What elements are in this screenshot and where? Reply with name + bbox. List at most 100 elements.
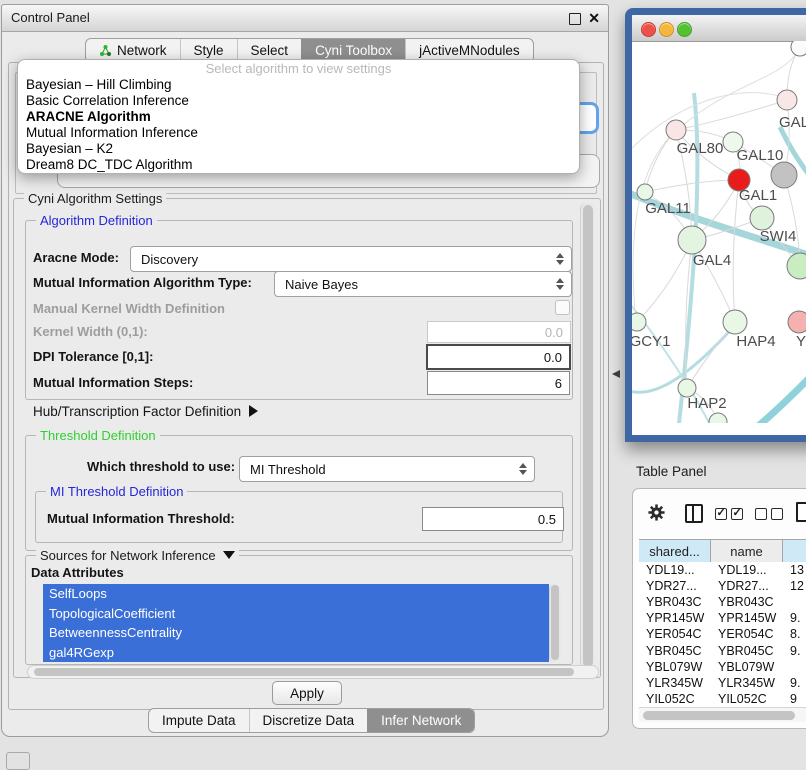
table-hscrollbar[interactable] [639, 707, 806, 722]
settings-hscrollbar[interactable] [27, 665, 599, 679]
control-panel-titlebar[interactable]: Control Panel ✕ [2, 5, 608, 32]
table-cell: 9. [783, 610, 806, 626]
network-node-hap4[interactable] [723, 310, 747, 334]
table-cell: YDL19... [711, 562, 783, 578]
node-label-gal80: GAL80 [677, 140, 724, 157]
column-header-shared[interactable]: shared... [639, 540, 711, 562]
network-edge-band [633, 131, 676, 323]
float-window-icon[interactable] [569, 13, 581, 25]
zoom-traffic-light[interactable] [677, 22, 692, 37]
table-cell: 9. [783, 642, 806, 658]
network-node-gal[interactable] [777, 90, 797, 110]
network-edge[interactable] [676, 100, 787, 130]
mi-type-combobox[interactable]: Naive Bayes [274, 271, 572, 297]
table-row[interactable]: YPR145WYPR145W9. [639, 610, 806, 626]
table-row[interactable]: YBR043CYBR043C [639, 594, 806, 610]
mi-steps-input[interactable]: 6 [427, 371, 570, 395]
attribute-item-topologicalcoefficient[interactable]: TopologicalCoefficient [43, 604, 549, 624]
network-edge[interactable] [645, 180, 739, 192]
window-title: Control Panel [11, 5, 90, 31]
table-cell: YDR27... [711, 578, 783, 594]
attribute-item-gal4rgexp[interactable]: gal4RGexp [43, 643, 549, 663]
network-node[interactable] [791, 41, 806, 56]
settings-hscrollbar-thumb[interactable] [34, 668, 574, 676]
network-node[interactable] [771, 162, 797, 188]
node-label-y: Y [796, 333, 806, 350]
network-node-y[interactable] [788, 311, 806, 333]
algorithm-option-bayesian-hill-climbing[interactable]: Bayesian – Hill Climbing [18, 77, 579, 93]
table-row[interactable]: YBR045CYBR045C9. [639, 642, 806, 658]
attribute-item-betweennesscentrality[interactable]: BetweennessCentrality [43, 623, 549, 643]
mi-threshold-value: 0.5 [538, 512, 556, 527]
data-attributes-list[interactable]: SelfLoopsTopologicalCoefficientBetweenne… [43, 584, 549, 662]
apply-button-label: Apply [290, 686, 324, 701]
export-table-icon[interactable] [796, 502, 806, 522]
tab-discretize-data[interactable]: Discretize Data [249, 709, 368, 732]
attributes-scrollbar-thumb[interactable] [551, 585, 559, 660]
algorithm-option-dream8-dc-tdc-algorithm[interactable]: Dream8 DC_TDC Algorithm [18, 157, 579, 173]
table-row[interactable]: YLR345WYLR345W9. [639, 675, 806, 691]
settings-scrollbar-thumb[interactable] [583, 205, 593, 667]
network-edge[interactable] [637, 240, 692, 322]
apply-button[interactable]: Apply [272, 681, 342, 705]
network-node-gal11[interactable] [637, 184, 653, 200]
algorithm-option-basic-correlation-inference[interactable]: Basic Correlation Inference [18, 93, 579, 109]
minimize-traffic-light[interactable] [659, 22, 674, 37]
table-cell: YBR043C [639, 594, 711, 610]
attribute-item-selfloops[interactable]: SelfLoops [43, 584, 549, 604]
table-cell: 13 [783, 562, 806, 578]
select-all-columns-button[interactable] [715, 508, 743, 520]
network-node-gcy1[interactable] [632, 313, 646, 331]
network-node-gal1[interactable] [750, 206, 774, 230]
column-header-name[interactable]: name [711, 540, 783, 562]
table-cell: 9 [783, 691, 806, 707]
mi-threshold-input[interactable]: 0.5 [422, 507, 564, 531]
hub-definition-toggle[interactable]: Hub/Transcription Factor Definition [33, 404, 258, 419]
tab-impute-data[interactable]: Impute Data [149, 709, 249, 732]
which-threshold-label: Which threshold to use: [87, 459, 235, 474]
table-row[interactable]: YBL079WYBL079W [639, 659, 806, 675]
deselect-all-columns-button[interactable] [755, 508, 783, 520]
table-cell: YDR27... [639, 578, 711, 594]
close-traffic-light[interactable] [641, 22, 656, 37]
table-cell: 12 [783, 578, 806, 594]
kernel-width-input[interactable]: 0.0 [427, 321, 571, 343]
collapsed-panel-button[interactable] [6, 752, 30, 770]
sources-group-title[interactable]: Sources for Network Inference [36, 548, 239, 563]
aracne-mode-combobox[interactable]: Discovery [130, 246, 572, 272]
network-node-swi4[interactable] [787, 253, 806, 279]
table-cell: 8. [783, 626, 806, 642]
table-row[interactable]: YDL19...YDL19...13 [639, 562, 806, 578]
which-threshold-combobox[interactable]: MI Threshold [239, 456, 535, 482]
column-header-a[interactable]: A [783, 540, 806, 562]
mi-steps-label: Mutual Information Steps: [33, 375, 193, 390]
table-row[interactable]: YDR27...YDR27...12 [639, 578, 806, 594]
mi-threshold-group-title: MI Threshold Definition [46, 484, 187, 499]
network-node[interactable] [709, 413, 727, 423]
attributes-scrollbar[interactable] [549, 584, 561, 662]
mi-type-value: Naive Bayes [285, 277, 358, 292]
algorithm-option-aracne-algorithm[interactable]: ARACNE Algorithm [18, 109, 579, 125]
node-label-gal1: GAL1 [739, 187, 777, 204]
algorithm-option-mutual-information-inference[interactable]: Mutual Information Inference [18, 125, 579, 141]
network-canvas[interactable]: GALGAL80GAL10GAL11GAL1GAL4SWI4GCY1HAP4YH… [632, 41, 806, 423]
table-row[interactable]: YIL052CYIL052C9 [639, 691, 806, 707]
table-row[interactable]: YER054CYER054C8. [639, 626, 806, 642]
network-node-gal4[interactable] [678, 226, 706, 254]
kernel-width-value: 0.0 [545, 325, 563, 340]
network-node-gal80[interactable] [666, 120, 686, 140]
split-columns-icon[interactable] [685, 504, 703, 523]
close-icon[interactable]: ✕ [588, 9, 600, 27]
table-cell: YIL052C [711, 691, 783, 707]
mi-type-label: Mutual Information Algorithm Type: [33, 275, 252, 290]
algorithm-option-bayesian-k2[interactable]: Bayesian – K2 [18, 141, 579, 157]
table-hscrollbar-thumb[interactable] [643, 711, 795, 720]
network-window-titlebar[interactable] [632, 15, 806, 42]
table-settings-button[interactable] [647, 503, 666, 527]
hub-definition-label: Hub/Transcription Factor Definition [33, 404, 241, 419]
manual-kernel-width-checkbox[interactable] [555, 300, 570, 315]
dpi-tolerance-input[interactable]: 0.0 [426, 344, 571, 370]
settings-scrollbar[interactable] [580, 203, 594, 671]
tab-infer-network[interactable]: Infer Network [367, 709, 474, 732]
mi-steps-value: 6 [555, 376, 562, 391]
